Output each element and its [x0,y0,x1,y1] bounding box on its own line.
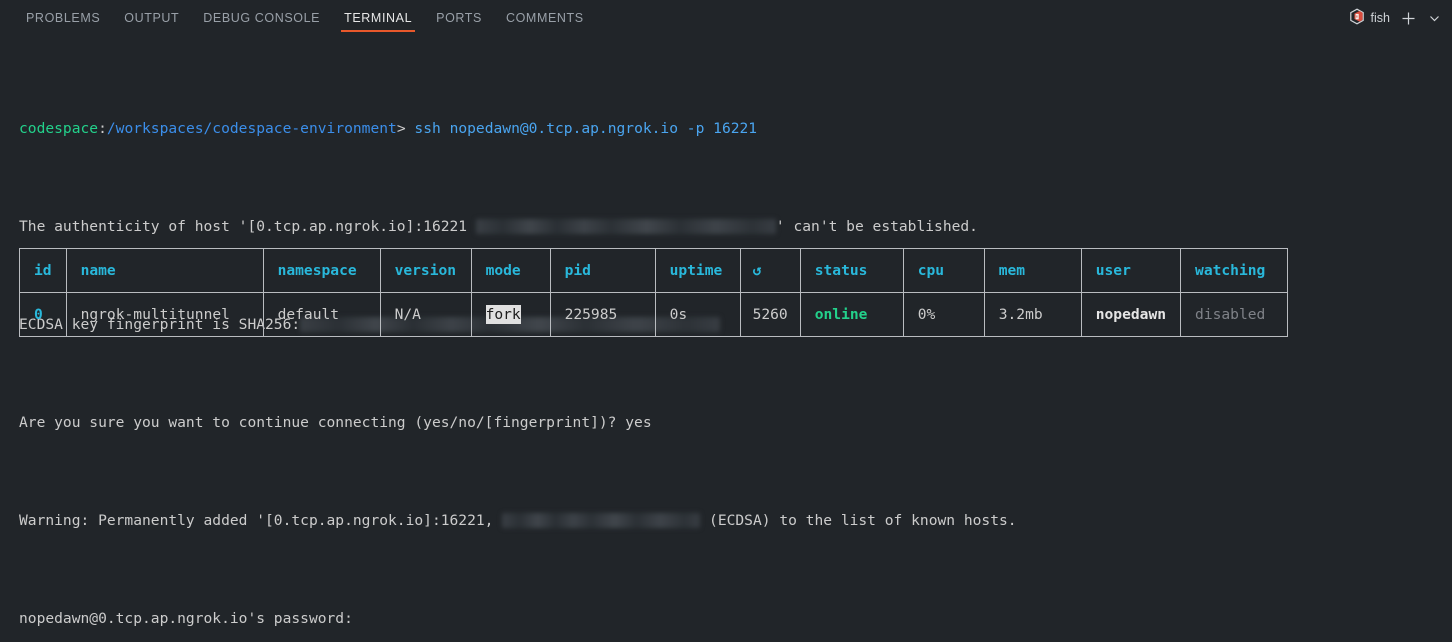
pm2-cell-pid: 225985 [549,292,656,337]
new-terminal-icon[interactable] [1399,11,1417,26]
pm2-cell-cpu-value: 0% [917,306,936,323]
warning-text-a: Warning: Permanently added '[0.tcp.ap.ng… [19,511,503,529]
pm2-header-uptime: uptime [654,248,741,293]
chevron-down-icon[interactable] [1426,12,1442,25]
pm2-header-mem: mem [983,248,1082,293]
pm2-header-mem-label: mem [998,262,1026,279]
prompt-user-codespace: codespace [19,119,99,137]
pm2-header-namespace: namespace [262,248,381,293]
terminal-line-ssh-command: codespace:/workspaces/codespace-environm… [19,117,1452,142]
password-prompt-text: nopedawn@0.tcp.ap.ngrok.io's password: [19,609,353,627]
pm2-header-watching-label: watching [1195,262,1266,279]
panel-header: PROBLEMS OUTPUT DEBUG CONSOLE TERMINAL P… [0,0,1452,36]
pm2-header-namespace-label: namespace [277,262,357,279]
pm2-cell-status: online [799,292,904,337]
terminal-output[interactable]: codespace:/workspaces/codespace-environm… [0,36,1452,642]
pm2-cell-cpu: 0% [902,292,985,337]
pm2-cell-mode-value-selected[interactable]: fork [485,305,521,324]
pm2-cell-name-value: ngrok-multitunnel [80,306,230,323]
redacted-host-key [475,218,776,234]
pm2-header-status: status [799,248,904,293]
pm2-cell-name: ngrok-multitunnel [65,292,264,337]
terminal-line-warning: Warning: Permanently added '[0.tcp.ap.ng… [19,509,1452,534]
pm2-header-user: user [1080,248,1182,293]
pm2-header-cpu-label: cpu [917,262,945,279]
pm2-header-name: name [65,248,264,293]
continue-connect-text: Are you sure you want to continue connec… [19,413,652,431]
tab-problems[interactable]: PROBLEMS [14,0,112,36]
pm2-header-cpu: cpu [902,248,985,293]
pm2-cell-uptime-value: 0s [669,306,688,323]
pm2-process-table: id name namespace version mode pid uptim… [19,248,1289,337]
pm2-header-restarts: ↺ [739,248,801,293]
pm2-cell-watching: disabled [1180,292,1289,337]
tab-terminal[interactable]: TERMINAL [332,0,424,36]
tab-comments-label: COMMENTS [505,11,584,25]
pm2-cell-user: nopedawn [1080,292,1182,337]
tab-problems-label: PROBLEMS [26,11,101,25]
pm2-header-pid: pid [549,248,656,293]
panel-tabs: PROBLEMS OUTPUT DEBUG CONSOLE TERMINAL P… [14,0,596,36]
active-terminal-chip[interactable]: fish [1349,8,1390,28]
pm2-cell-id: 0 [19,292,67,337]
prompt-path-codespace: /workspaces/codespace-environment [106,119,397,137]
pm2-header-name-label: name [80,262,116,279]
pm2-cell-restarts-value: 5260 [752,306,788,323]
terminal-line-authenticity: The authenticity of host '[0.tcp.ap.ngro… [19,215,1452,240]
pm2-cell-watching-value: disabled [1195,306,1266,323]
command-ssh: ssh nopedawn@0.tcp.ap.ngrok.io -p 16221 [414,119,758,137]
pm2-cell-restarts: 5260 [739,292,801,337]
pm2-cell-namespace: default [262,292,381,337]
pm2-header-version: version [379,248,472,293]
warning-text-b: (ECDSA) to the list of known hosts. [700,511,1017,529]
tab-debug-console-label: DEBUG CONSOLE [203,11,321,25]
pm2-table-header-row: id name namespace version mode pid uptim… [19,248,1289,293]
authenticity-text-b: ' can't be established. [775,217,978,235]
pm2-header-pid-label: pid [564,262,591,279]
pm2-cell-mem-value: 3.2mb [998,306,1043,323]
terminal-line-continue-prompt: Are you sure you want to continue connec… [19,411,1452,436]
pm2-cell-uptime: 0s [654,292,741,337]
pm2-header-version-label: version [394,262,457,279]
tab-comments[interactable]: COMMENTS [494,0,596,36]
pm2-header-user-label: user [1095,262,1131,279]
pm2-table-row: 0 ngrok-multitunnel default N/A fork 225… [19,292,1289,337]
redacted-warning-ip [502,512,701,528]
authenticity-text-a: The authenticity of host '[0.tcp.ap.ngro… [19,217,476,235]
codespaces-box-icon [1349,8,1365,28]
tab-output-label: OUTPUT [124,11,180,25]
pm2-cell-version: N/A [379,292,472,337]
terminal-panel: PROBLEMS OUTPUT DEBUG CONSOLE TERMINAL P… [0,0,1452,642]
terminal-line-password-prompt: nopedawn@0.tcp.ap.ngrok.io's password: [19,607,1452,632]
tab-ports[interactable]: PORTS [424,0,494,36]
pm2-header-mode-label: mode [485,262,521,279]
restart-icon: ↺ [752,262,762,279]
prompt-arrow: > [396,119,406,137]
pm2-header-id-label: id [34,262,52,279]
pm2-cell-namespace-value: default [277,306,340,323]
tab-terminal-label: TERMINAL [344,11,413,25]
tab-debug-console[interactable]: DEBUG CONSOLE [191,0,332,36]
tab-ports-label: PORTS [436,11,482,25]
pm2-cell-user-value: nopedawn [1095,306,1167,323]
pm2-header-mode: mode [470,248,551,293]
pm2-header-uptime-label: uptime [669,262,723,279]
pm2-cell-pid-value: 225985 [564,306,618,323]
pm2-cell-mem: 3.2mb [983,292,1082,337]
pm2-header-watching: watching [1180,248,1289,293]
active-terminal-name: fish [1370,11,1390,25]
prompt-sep: : [98,119,107,137]
header-actions: fish [1349,0,1442,36]
status-badge: online [814,306,868,323]
pm2-header-status-label: status [814,262,868,279]
pm2-header-id: id [19,248,67,293]
pm2-cell-mode[interactable]: fork [470,292,551,337]
pm2-cell-id-value: 0 [34,306,43,323]
pm2-cell-version-value: N/A [394,306,421,323]
tab-output[interactable]: OUTPUT [112,0,191,36]
